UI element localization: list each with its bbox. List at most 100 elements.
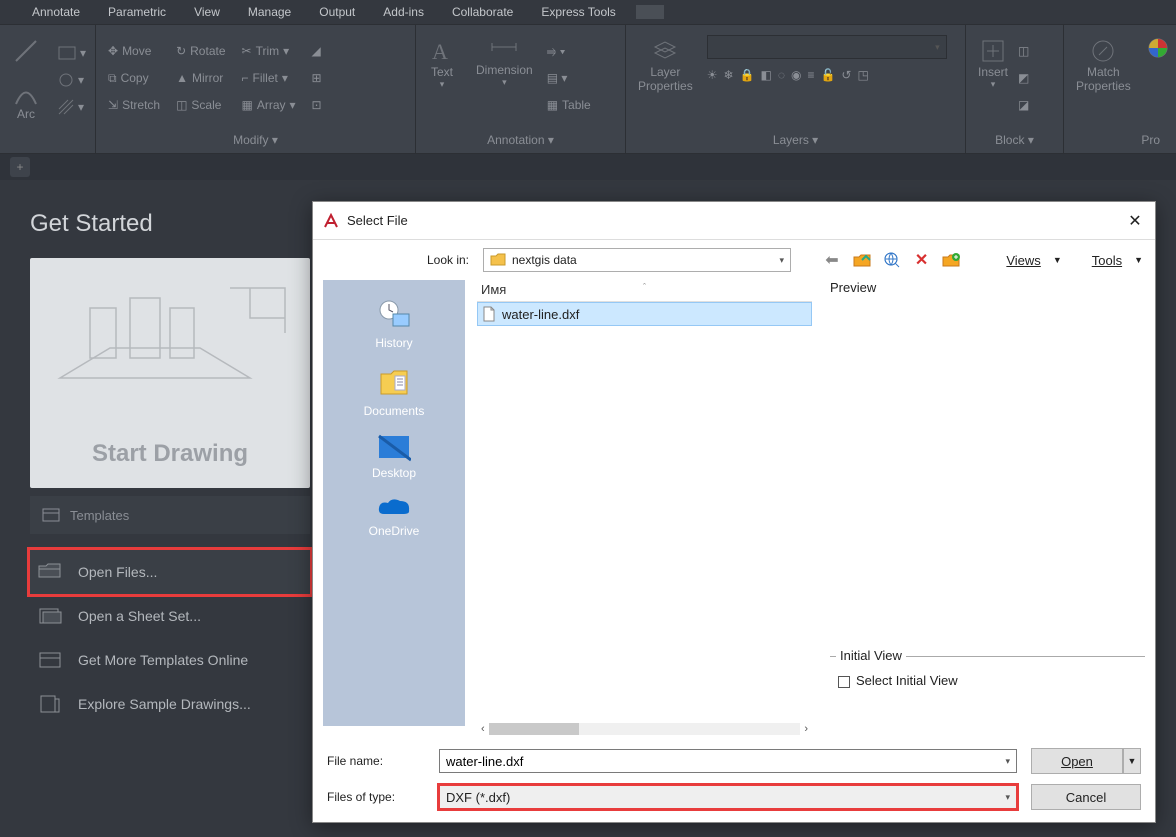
back-icon[interactable]: ⬅ <box>821 249 843 271</box>
menu-collaborate[interactable]: Collaborate <box>438 1 527 23</box>
rect-tool[interactable]: ▾ <box>58 41 86 65</box>
preview-label: Preview <box>830 280 1145 295</box>
file-name-input-wrapper: ▾ <box>439 749 1017 773</box>
scale-tool[interactable]: ◫ Scale <box>176 93 225 117</box>
layer-match-tool[interactable]: ≡ <box>807 63 814 87</box>
text-tool[interactable]: A Text ▾ <box>428 37 456 90</box>
layer-state-tool[interactable]: ◳ <box>857 63 868 87</box>
views-menu[interactable]: Views <box>1002 253 1044 268</box>
copy-tool[interactable]: ⧉ Copy <box>108 66 160 90</box>
sort-asc-icon: ˆ <box>643 282 646 292</box>
tool-c[interactable]: ⊡ <box>312 93 322 117</box>
block-panel-label[interactable]: Block ▾ <box>966 127 1063 153</box>
layer-prev-tool[interactable]: ↺ <box>841 63 851 87</box>
autocad-app-icon <box>323 213 339 229</box>
layers-panel-label[interactable]: Layers ▾ <box>626 127 965 153</box>
open-sheet-set-button[interactable]: Open a Sheet Set... <box>30 594 310 638</box>
layer-current-combo[interactable]: ▾ <box>707 35 947 59</box>
table-icon: ▦ <box>547 98 558 112</box>
trim-icon: ✂ <box>242 44 252 58</box>
place-onedrive[interactable]: OneDrive <box>323 490 465 544</box>
layer-freeze-tool[interactable]: ❄ <box>723 63 733 87</box>
drawing-illustration <box>50 278 290 418</box>
block-edit-icon[interactable]: ◩ <box>1018 66 1029 90</box>
layer-off-tool[interactable]: ◌ <box>778 63 785 87</box>
menu-output[interactable]: Output <box>305 1 369 23</box>
hscroll-right[interactable]: › <box>804 723 808 735</box>
templates-dropdown[interactable]: Templates <box>30 496 310 534</box>
table-tool[interactable]: ▦ Table <box>547 93 591 117</box>
file-type-label: Files of type: <box>327 790 425 804</box>
mirror-icon: ▲ <box>176 71 188 85</box>
file-type-dropdown[interactable]: DXF (*.dxf) ▾ <box>439 785 1017 809</box>
column-name-header[interactable]: Имя <box>477 282 506 301</box>
open-button[interactable]: Open <box>1031 748 1123 774</box>
stretch-tool[interactable]: ⇲ Stretch <box>108 93 160 117</box>
place-documents[interactable]: Documents <box>323 360 465 424</box>
new-tab-button[interactable]: + <box>10 157 30 177</box>
trim-tool[interactable]: ✂ Trim ▾ <box>242 39 296 63</box>
menu-addins[interactable]: Add-ins <box>369 1 438 23</box>
modify-panel-label[interactable]: Modify ▾ <box>96 127 415 153</box>
menu-manage[interactable]: Manage <box>234 1 305 23</box>
tool-a[interactable]: ◢ <box>312 39 322 63</box>
desktop-icon <box>377 434 411 462</box>
get-more-templates-button[interactable]: Get More Templates Online <box>30 638 310 682</box>
look-in-folder-dropdown[interactable]: nextgis data ▾ <box>483 248 791 272</box>
hatch-tool[interactable]: ▾ <box>58 95 86 119</box>
circle-tool[interactable]: ▾ <box>58 68 86 92</box>
start-drawing-card[interactable]: Start Drawing <box>30 258 310 488</box>
layer-color-tool[interactable]: ◧ <box>760 63 771 87</box>
menu-express-tools[interactable]: Express Tools <box>527 1 629 23</box>
leader-tool[interactable]: ⥤ ▾ <box>547 39 591 63</box>
delete-icon[interactable]: ✕ <box>911 249 933 271</box>
cancel-button[interactable]: Cancel <box>1031 784 1141 810</box>
menu-view[interactable]: View <box>180 1 234 23</box>
explore-samples-button[interactable]: Explore Sample Drawings... <box>30 682 310 726</box>
layer-iso-tool[interactable]: ☀ <box>707 63 718 87</box>
place-desktop[interactable]: Desktop <box>323 428 465 486</box>
mtext-tool[interactable]: ▤ ▾ <box>547 66 591 90</box>
block-attr-icon[interactable]: ◪ <box>1018 93 1029 117</box>
dimension-tool[interactable]: Dimension ▾ <box>476 37 533 88</box>
move-tool[interactable]: ✥ Move <box>108 39 160 63</box>
rotate-tool[interactable]: ↻ Rotate <box>176 39 225 63</box>
layer-unlock-tool[interactable]: 🔓 <box>820 63 835 87</box>
search-web-icon[interactable] <box>881 249 903 271</box>
layer-properties-tool[interactable]: Layer Properties <box>638 37 693 93</box>
open-files-button[interactable]: Open Files... <box>30 550 310 594</box>
new-folder-icon[interactable] <box>941 249 963 271</box>
up-folder-icon[interactable] <box>851 249 873 271</box>
place-history[interactable]: History <box>323 292 465 356</box>
menubar-extra-icon[interactable] <box>636 5 664 19</box>
arc-icon[interactable] <box>13 85 39 107</box>
file-name-input[interactable] <box>440 750 999 772</box>
match-properties-tool[interactable]: Match Properties <box>1076 37 1131 93</box>
select-initial-view-checkbox[interactable]: Select Initial View <box>838 673 958 688</box>
close-icon[interactable]: ✕ <box>1125 211 1145 231</box>
menu-annotate[interactable]: Annotate <box>18 1 94 23</box>
color-wheel-icon[interactable] <box>1141 35 1175 95</box>
layer-on-tool[interactable]: ◉ <box>791 63 801 87</box>
open-button-dropdown[interactable]: ▼ <box>1123 748 1141 774</box>
mirror-tool[interactable]: ▲ Mirror <box>176 66 225 90</box>
line-icon[interactable] <box>12 37 40 65</box>
select-file-dialog: Select File ✕ Look in: nextgis data ▾ ⬅ … <box>312 201 1156 823</box>
annotation-panel-label[interactable]: Annotation ▾ <box>416 127 625 153</box>
insert-tool[interactable]: Insert ▾ <box>978 37 1008 90</box>
block-create-icon[interactable]: ◫ <box>1018 39 1029 63</box>
layer-lock-tool[interactable]: 🔒 <box>740 63 755 87</box>
fillet-tool[interactable]: ⌐ Fillet ▾ <box>242 66 296 90</box>
tool-b[interactable]: ⊞ <box>312 66 322 90</box>
hscroll-track[interactable] <box>489 723 801 735</box>
array-tool[interactable]: ▦ Array ▾ <box>242 93 296 117</box>
hscroll-left[interactable]: ‹ <box>481 723 485 735</box>
arc-label: Arc <box>17 107 35 121</box>
file-row-selected[interactable]: water-line.dxf <box>477 302 812 326</box>
file-icon <box>482 306 496 322</box>
preview-area <box>830 299 1145 648</box>
move-icon: ✥ <box>108 44 118 58</box>
menu-parametric[interactable]: Parametric <box>94 1 180 23</box>
sheetset-icon <box>36 606 64 626</box>
tools-menu[interactable]: Tools <box>1088 253 1126 268</box>
